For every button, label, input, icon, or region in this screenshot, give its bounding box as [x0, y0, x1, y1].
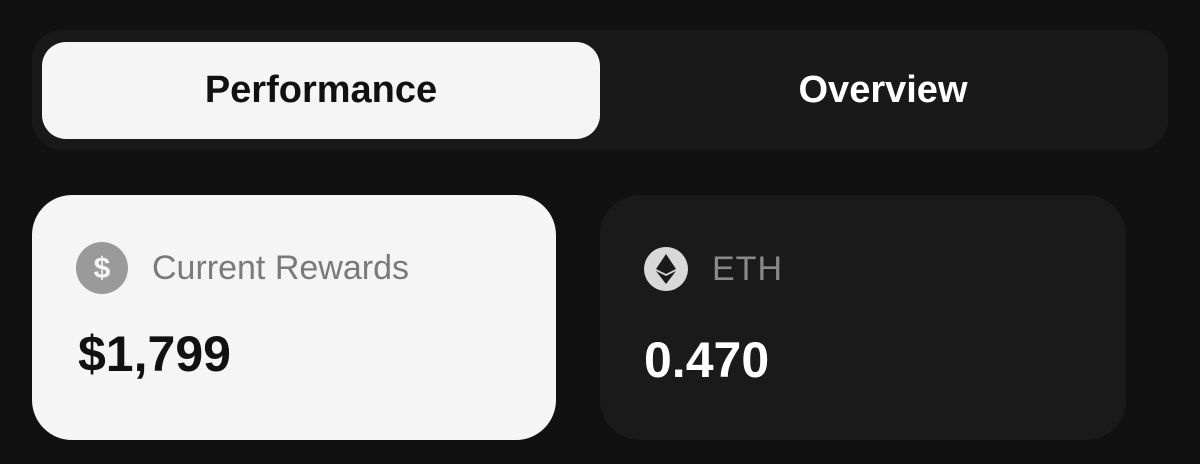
- svg-text:$: $: [94, 252, 111, 285]
- current-rewards-label: Current Rewards: [152, 248, 409, 287]
- ethereum-icon: [644, 247, 688, 291]
- eth-label: ETH: [712, 249, 783, 288]
- eth-card[interactable]: ETH 0.470: [600, 195, 1126, 440]
- current-rewards-card[interactable]: $ Current Rewards $1,799: [32, 195, 556, 440]
- eth-header: ETH: [644, 247, 783, 291]
- eth-value: 0.470: [644, 332, 770, 388]
- tab-overview[interactable]: Overview: [600, 42, 1166, 139]
- segmented-tab-control: Performance Overview: [32, 30, 1168, 150]
- current-rewards-value: $1,799: [78, 326, 231, 382]
- tab-performance[interactable]: Performance: [42, 42, 600, 139]
- rewards-screen: Performance Overview $ Current Rewards $…: [0, 0, 1200, 464]
- current-rewards-header: $ Current Rewards: [76, 242, 409, 294]
- dollar-coin-icon: $: [76, 242, 128, 294]
